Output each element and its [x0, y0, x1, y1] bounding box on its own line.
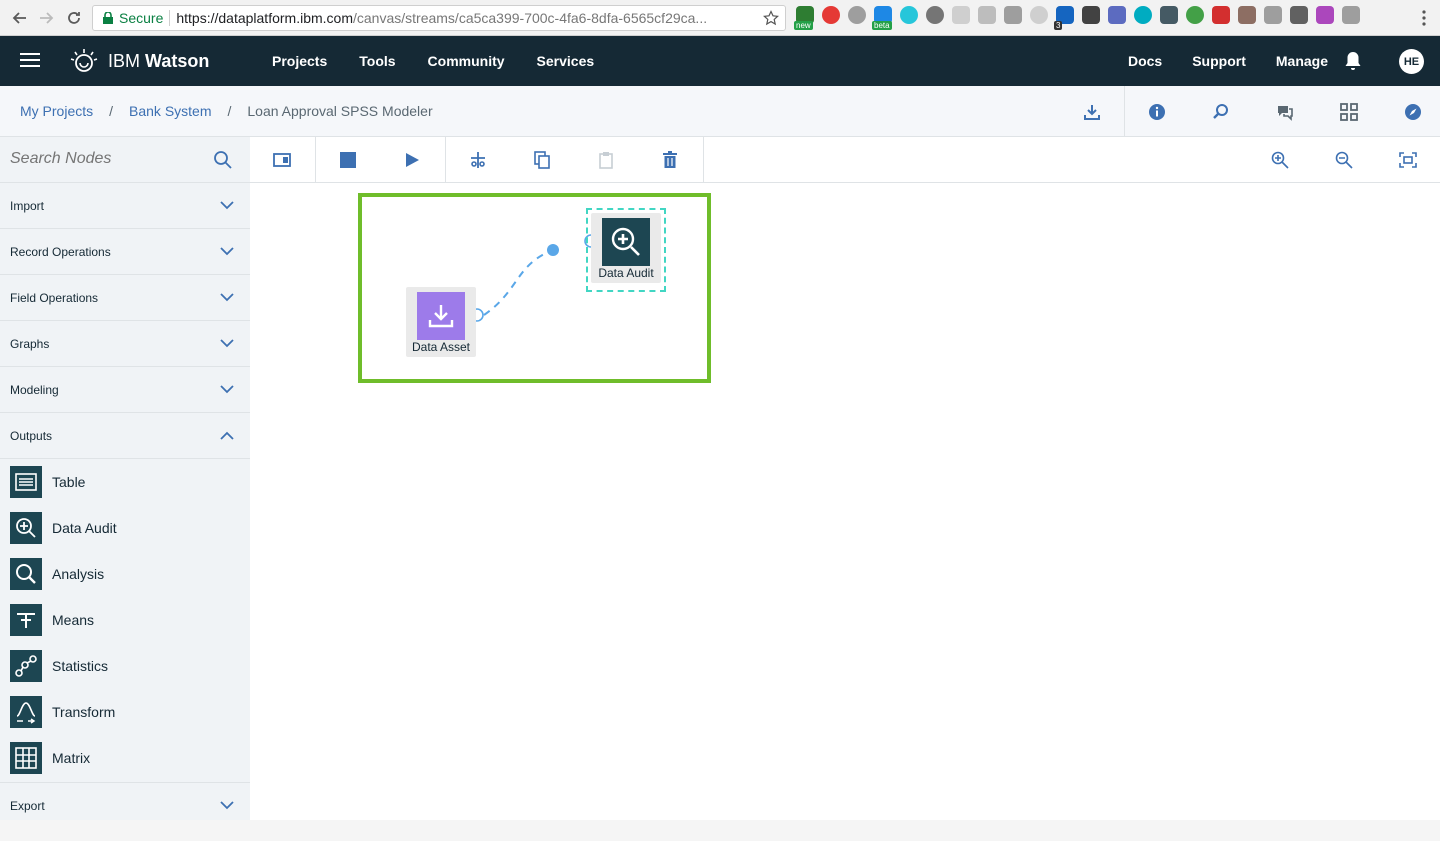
canvas-node-label: Data Asset	[411, 340, 471, 354]
download-icon	[417, 292, 465, 340]
drag-handle-dot	[547, 244, 559, 256]
canvas-node-label: Data Audit	[598, 266, 654, 280]
window-bottom-edge	[0, 820, 1440, 841]
link-connector-line	[483, 249, 554, 316]
node-link-layer	[470, 234, 598, 322]
zoom-in-icon	[602, 218, 650, 266]
canvas-node-data-asset[interactable]: Data Asset	[406, 287, 476, 357]
canvas-node-data-audit[interactable]: Data Audit	[591, 213, 661, 283]
